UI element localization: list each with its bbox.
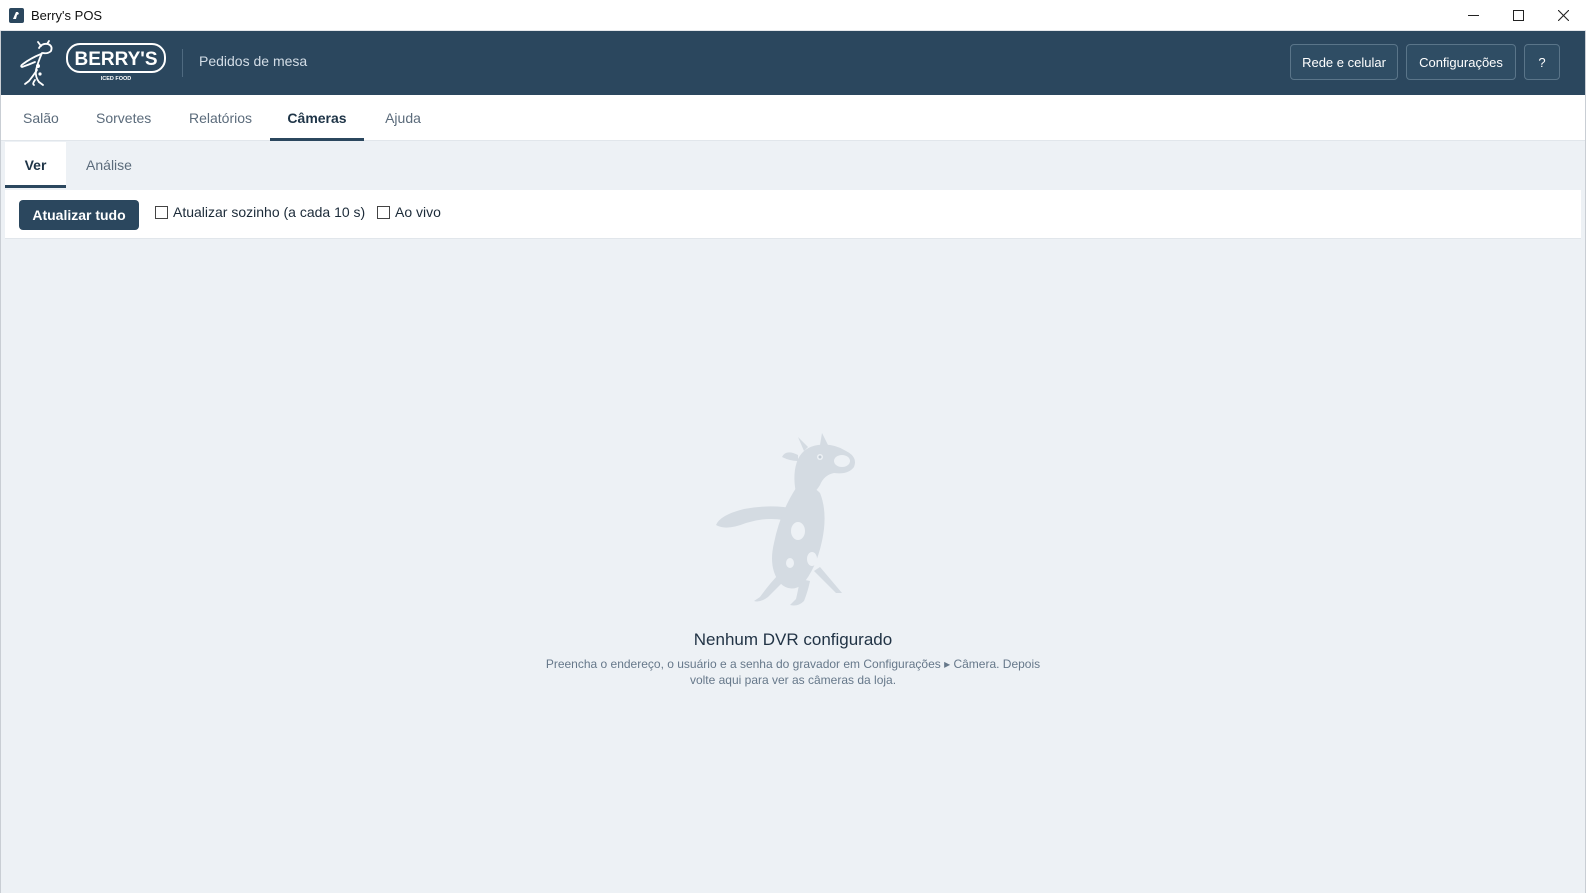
tab-cameras[interactable]: Câmeras [270, 95, 364, 141]
sub-tabs: Ver Análise [5, 142, 1581, 188]
logo-text: BERRY'S [75, 49, 158, 70]
live-checkbox[interactable] [377, 206, 390, 219]
empty-state-title: Nenhum DVR configurado [693, 630, 893, 649]
subtab-analise[interactable]: Análise [85, 142, 133, 188]
berrys-wordmark: BERRY'S ICED FOOD [66, 43, 166, 82]
tab-salao[interactable]: Salão [23, 95, 59, 141]
logo-subtext: ICED FOOD [101, 76, 132, 82]
close-icon [1558, 10, 1569, 21]
maximize-button[interactable] [1496, 0, 1541, 31]
empty-state-line-2: volte aqui para ver as câmeras da loja. [689, 673, 897, 687]
empty-state-description: Preencha o endereço, o usuário e a senha… [533, 656, 1053, 688]
cow-mascot-icon [716, 433, 855, 606]
auto-refresh-label[interactable]: Atualizar sozinho (a cada 10 s) [173, 204, 365, 220]
app-header: BERRY'S ICED FOOD Pedidos de mesa Rede e… [0, 31, 1586, 95]
cow-logo-icon [20, 40, 53, 86]
auto-refresh-checkbox[interactable] [155, 206, 168, 219]
header-divider [182, 49, 183, 77]
window-title: Berry's POS [31, 7, 103, 23]
tab-ajuda[interactable]: Ajuda [384, 95, 422, 141]
main-tabs: Salão Sorvetes Relatórios Câmeras Ajuda [0, 95, 1586, 141]
live-label[interactable]: Ao vivo [395, 204, 441, 220]
minimize-icon [1468, 15, 1479, 16]
close-button[interactable] [1541, 0, 1586, 31]
network-button[interactable]: Rede e celular [1290, 44, 1398, 80]
minimize-button[interactable] [1451, 0, 1496, 31]
empty-state-line-1: Preencha o endereço, o usuário e a senha… [545, 657, 1041, 671]
header-subtitle: Pedidos de mesa [199, 53, 308, 69]
tab-sorvetes[interactable]: Sorvetes [96, 95, 151, 141]
window-controls [1451, 0, 1586, 31]
window-titlebar: Berry's POS [0, 0, 1586, 31]
tab-relatorios[interactable]: Relatórios [189, 95, 252, 141]
app-icon [9, 7, 24, 23]
subtab-ver[interactable]: Ver [5, 142, 66, 188]
camera-toolbar: Atualizar tudo Atualizar sozinho (a cada… [5, 190, 1581, 239]
maximize-icon [1513, 10, 1524, 21]
settings-button[interactable]: Configurações [1406, 44, 1516, 80]
window-border-left [0, 31, 1, 893]
refresh-all-button[interactable]: Atualizar tudo [19, 200, 139, 230]
help-button[interactable]: ? [1524, 44, 1560, 80]
